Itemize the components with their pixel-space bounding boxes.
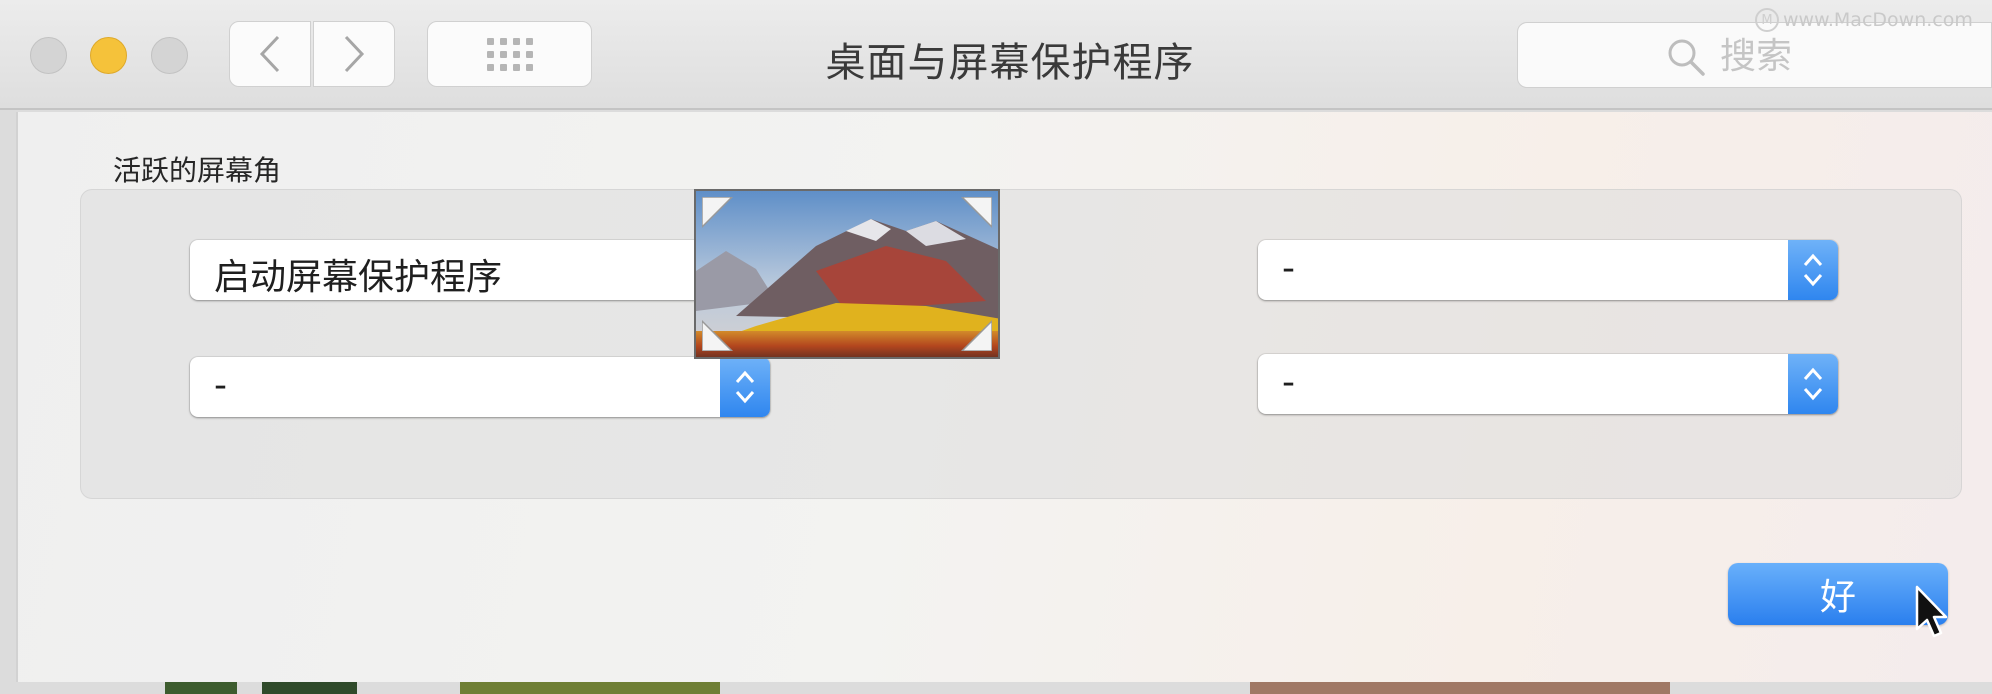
search-icon [1668, 39, 1705, 76]
mouse-pointer-icon [1915, 585, 1948, 638]
bottom-left-corner-select[interactable]: - [190, 357, 770, 417]
bottom-left-corner-value: - [214, 365, 227, 406]
top-left-corner-value: 启动屏幕保护程序 [214, 257, 503, 298]
watermark-text: www.MacDown.com [1783, 9, 1973, 31]
wallpaper-thumbnail[interactable] [460, 682, 720, 694]
bottom-right-corner-value: - [1282, 362, 1295, 403]
macdown-logo-icon: M [1755, 8, 1779, 32]
minimize-window-button[interactable] [90, 37, 127, 74]
search-input[interactable] [1720, 31, 1980, 81]
top-right-corner-icon [960, 197, 992, 229]
watermark: M www.MacDown.com [1755, 8, 1973, 32]
show-all-grid-icon [486, 37, 533, 71]
bottom-left-corner-icon [702, 319, 734, 351]
desktop-preview [694, 189, 1000, 359]
hot-corners-group [80, 189, 1962, 499]
top-left-corner-select[interactable]: 启动屏幕保护程序 [190, 240, 770, 300]
zoom-window-button[interactable] [151, 37, 188, 74]
bottom-right-corner-icon [960, 319, 992, 351]
wallpaper-thumbnail[interactable] [165, 682, 237, 694]
forward-button[interactable] [313, 21, 395, 87]
top-right-corner-value: - [1282, 248, 1295, 289]
show-all-button[interactable] [427, 21, 592, 87]
wallpaper-thumbnail[interactable] [1250, 682, 1670, 694]
back-button[interactable] [229, 21, 311, 87]
window-title: 桌面与屏幕保护程序 [825, 40, 1195, 86]
chevron-left-icon [259, 35, 280, 73]
wallpaper-thumbnail[interactable] [262, 682, 357, 694]
top-left-corner-icon [702, 197, 734, 229]
bottom-right-corner-select[interactable]: - [1258, 354, 1838, 414]
hot-corners-sheet: 活跃的屏幕角 启动屏幕保护程序 - - - 好 [16, 112, 1992, 682]
group-label: 活跃的屏幕角 [113, 154, 282, 187]
mountain-wallpaper-image [696, 191, 998, 357]
title-bar: 桌面与屏幕保护程序 M www.MacDown.com [0, 0, 1992, 110]
chevron-right-icon [344, 35, 365, 73]
top-right-corner-select[interactable]: - [1258, 240, 1838, 300]
popup-stepper-icon [1788, 240, 1838, 300]
popup-stepper-icon [720, 357, 770, 417]
popup-stepper-icon [1788, 354, 1838, 414]
close-window-button[interactable] [30, 37, 67, 74]
